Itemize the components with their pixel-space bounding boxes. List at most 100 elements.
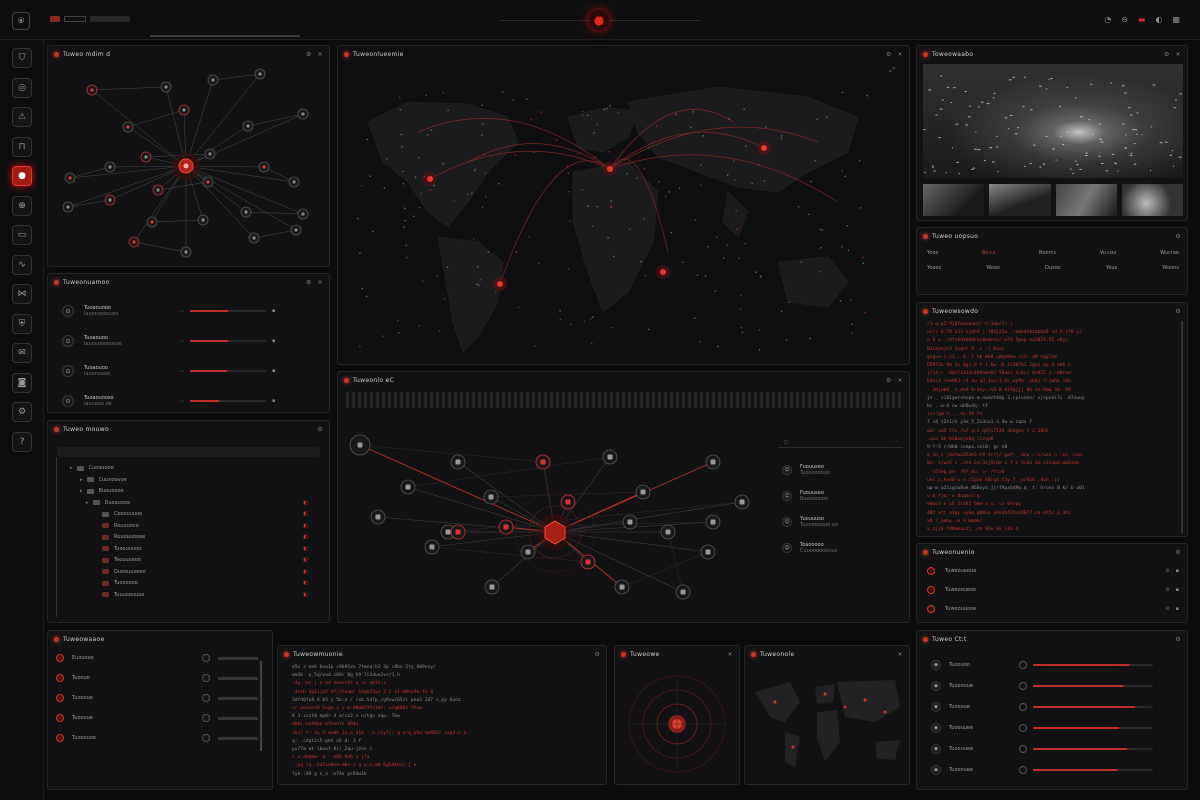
graph-node[interactable] [86, 84, 98, 96]
settings-icon[interactable]: ⚙ [1175, 636, 1181, 643]
graph-node[interactable] [122, 121, 134, 133]
action-icon[interactable]: ⊙ [1165, 568, 1169, 574]
graph-node[interactable] [62, 201, 74, 213]
close-icon[interactable]: ✕ [1176, 51, 1181, 58]
entity-node[interactable] [580, 554, 596, 570]
central-entity[interactable] [537, 514, 573, 550]
entity-node[interactable] [734, 494, 750, 510]
tree-item[interactable]: ▸ Cuoauooe [70, 463, 308, 473]
camera-thumb[interactable] [989, 184, 1051, 216]
list-item[interactable]: Tuoouo [56, 671, 261, 685]
entity-node[interactable] [424, 539, 440, 555]
graph-node[interactable] [258, 161, 270, 173]
top-tabs[interactable] [50, 16, 140, 24]
threat-row[interactable]: ⊙ Tuoaouooso lauuooe oe ⋯ ▪ [62, 390, 320, 412]
graph-node[interactable] [202, 176, 214, 188]
graph-node[interactable] [240, 206, 252, 218]
shield-check-icon[interactable]: ⛨ [12, 313, 32, 334]
mail-icon[interactable]: ✉ [12, 343, 32, 363]
graph-node[interactable] [197, 214, 209, 226]
metric-row[interactable]: ◉ Tuooouee [931, 764, 1181, 776]
list-item[interactable]: Tuoooue [56, 691, 261, 705]
alert-row[interactable]: Tuweoueoua ⊙ ▪ [927, 564, 1179, 578]
alert-row[interactable]: Tuweooueoe ⊙ ▪ [927, 583, 1179, 597]
bell-icon[interactable]: ◔ [1104, 15, 1111, 24]
close-icon[interactable]: ✕ [728, 651, 733, 658]
metric-row[interactable]: ◉ Tuoouoo [931, 659, 1181, 671]
settings-icon[interactable]: ⚙ [12, 402, 32, 422]
close-icon[interactable]: ✕ [318, 51, 323, 58]
graph-node[interactable] [207, 74, 219, 86]
graph-node[interactable] [297, 108, 309, 120]
graph-node[interactable] [152, 184, 164, 196]
entity-node[interactable] [560, 494, 576, 510]
alert-row[interactable]: Tuweouuooe ⊙ ▪ [927, 602, 1179, 616]
graph-node[interactable] [290, 224, 302, 236]
entity-node[interactable] [450, 524, 466, 540]
map-hotspot[interactable] [757, 141, 771, 155]
filter-icon[interactable]: ◻ [784, 439, 788, 445]
tree-item[interactable]: Duoouuveeo ◧ [98, 567, 308, 577]
cast-icon[interactable]: ▬ [1138, 15, 1146, 24]
camera-thumb[interactable] [1121, 184, 1183, 216]
metric-row[interactable]: ◉ Tuoooue [931, 701, 1181, 713]
entity-node[interactable] [675, 584, 691, 600]
camera-feed-main[interactable] [923, 64, 1183, 178]
entity-node[interactable] [602, 449, 618, 465]
entity-node[interactable] [498, 519, 514, 535]
list-item[interactable]: Euouooe [56, 651, 261, 665]
list-item[interactable]: Tuooouoe [56, 731, 261, 745]
tree-item[interactable]: ▸ Duoouooe ◧ [86, 498, 308, 508]
chat-icon[interactable]: ▭ [12, 225, 32, 245]
close-icon[interactable]: ✕ [898, 51, 903, 58]
graph-node[interactable] [160, 81, 172, 93]
toolbar-strip[interactable] [346, 392, 901, 408]
entity-node[interactable] [660, 524, 676, 540]
list-item[interactable]: Tuoooue [56, 711, 261, 725]
graph-node[interactable] [128, 236, 140, 248]
graph-node[interactable] [180, 246, 192, 258]
globe-icon[interactable]: ⊕ [12, 195, 32, 216]
network-icon[interactable]: ⋈ [12, 284, 32, 304]
action-icon[interactable]: ⊙ [1165, 606, 1169, 612]
radar-icon[interactable]: ● [12, 166, 32, 186]
graph-node[interactable] [104, 161, 116, 173]
tree-item[interactable]: ▸ Buouoooe [80, 486, 308, 496]
settings-icon[interactable]: ⚙ [594, 651, 600, 658]
graph-node[interactable] [242, 120, 254, 132]
entity-node[interactable] [614, 579, 630, 595]
settings-icon[interactable]: ⚙ [886, 51, 892, 58]
graph-node[interactable] [178, 104, 190, 116]
settings-icon[interactable]: ⚙ [1175, 308, 1181, 315]
settings-icon[interactable]: ⚙ [1175, 233, 1181, 240]
entity-node[interactable] [700, 544, 716, 560]
user-icon[interactable]: ◐ [1155, 15, 1162, 24]
threat-row[interactable]: ⊙ Tuoaouoo lauouoooooose ⋯ ▪ [62, 330, 320, 352]
map-hotspot[interactable] [423, 172, 437, 186]
tree-item[interactable]: ▸ Cuunoovoe [80, 475, 308, 485]
more-icon[interactable]: ▪ [1176, 568, 1179, 574]
record-indicator[interactable]: ● [589, 10, 609, 30]
camera-thumb[interactable] [1055, 184, 1117, 216]
entity-node[interactable] [535, 454, 551, 470]
entity-node[interactable] [484, 579, 500, 595]
entity-node[interactable] [705, 514, 721, 530]
settings-icon[interactable]: ⚙ [1175, 549, 1181, 556]
action-icon[interactable]: ⊙ [1165, 587, 1169, 593]
metric-row[interactable]: ◉ Tuoouuee [931, 743, 1181, 755]
tree-item[interactable]: Rououovo ◧ [98, 521, 308, 531]
contact-row[interactable]: ☺ Toaooooo Cuuoooooouuo [782, 538, 902, 558]
entity-node[interactable] [483, 489, 499, 505]
graph-node[interactable] [248, 232, 260, 244]
expand-icon[interactable]: ⤢ [889, 66, 895, 75]
close-icon[interactable]: ✕ [898, 651, 903, 658]
settings-icon[interactable]: ⚙ [306, 279, 312, 286]
help-icon[interactable]: ? [12, 431, 32, 452]
wave-icon[interactable]: ∿ [12, 254, 32, 275]
central-node[interactable] [172, 152, 200, 180]
settings-icon[interactable]: ⚙ [317, 426, 323, 433]
tree-item[interactable]: Teouuoeoo ◧ [98, 555, 308, 565]
contact-row[interactable]: ☺ Fuouuseo Tuoeoooouo [782, 460, 902, 480]
entity-node[interactable] [635, 484, 651, 500]
graph-node[interactable] [146, 216, 158, 228]
